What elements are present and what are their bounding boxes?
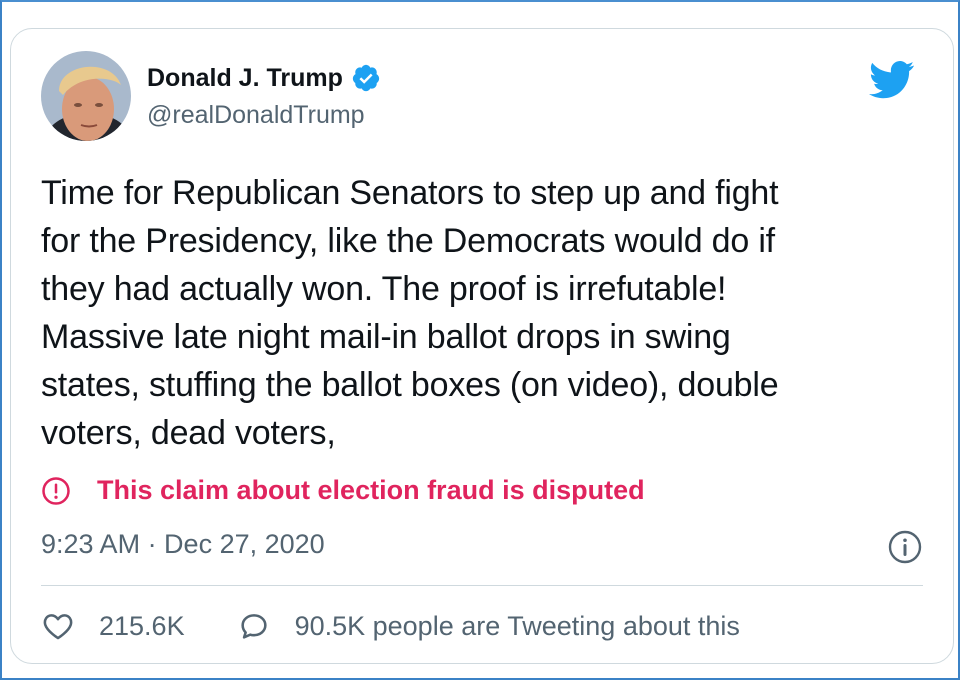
divider bbox=[41, 585, 923, 586]
twitter-bird-icon[interactable] bbox=[869, 61, 915, 99]
tweet-card[interactable]: Donald J. Trump @realDonaldTrump Time fo… bbox=[10, 28, 954, 664]
author-row[interactable]: Donald J. Trump bbox=[147, 63, 381, 93]
tweet-text: Time for Republican Senators to step up … bbox=[41, 174, 779, 452]
tweet-timestamp[interactable]: 9:23 AM · Dec 27, 2020 bbox=[41, 529, 325, 560]
tweet-actions: 215.6K 90.5K people are Tweeting about t… bbox=[41, 609, 740, 643]
author-name[interactable]: Donald J. Trump bbox=[147, 64, 343, 93]
avatar[interactable] bbox=[41, 51, 131, 141]
speech-bubble-icon bbox=[240, 614, 267, 639]
info-icon[interactable] bbox=[887, 529, 923, 565]
heart-icon bbox=[43, 614, 73, 640]
like-button[interactable]: 215.6K bbox=[41, 609, 185, 643]
author-handle[interactable]: @realDonaldTrump bbox=[147, 101, 365, 130]
disputed-claim-text[interactable]: This claim about election fraud is dispu… bbox=[97, 475, 645, 506]
verified-badge-icon bbox=[351, 63, 381, 93]
alert-circle-icon bbox=[41, 476, 71, 506]
conversation-text[interactable]: 90.5K people are Tweeting about this bbox=[295, 611, 740, 642]
like-count[interactable]: 215.6K bbox=[99, 611, 185, 642]
conversation-link[interactable]: 90.5K people are Tweeting about this bbox=[237, 609, 740, 643]
disputed-claim-label[interactable]: This claim about election fraud is dispu… bbox=[41, 475, 645, 506]
